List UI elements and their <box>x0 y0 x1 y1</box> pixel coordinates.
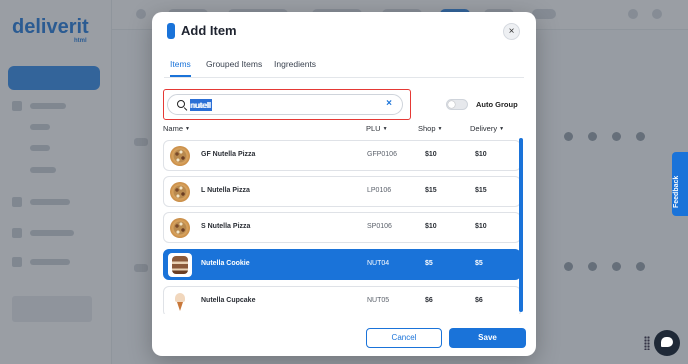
item-delivery-price: $15 <box>475 187 487 194</box>
item-thumbnail <box>168 180 192 204</box>
item-thumbnail <box>168 290 192 314</box>
sort-caret-icon: ▼ <box>499 126 505 133</box>
search-icon <box>177 100 185 108</box>
item-thumbnail <box>168 144 192 168</box>
item-shop-price: $6 <box>425 297 433 304</box>
auto-group-label: Auto Group <box>476 100 518 109</box>
pizza-icon <box>170 182 190 202</box>
auto-group-toggle[interactable] <box>446 99 468 110</box>
item-thumbnail <box>168 216 192 240</box>
item-row-selected[interactable]: Nutella Cookie NUT04 $5 $5 <box>163 249 521 280</box>
pizza-icon <box>170 146 190 166</box>
item-shop-price: $15 <box>425 187 437 194</box>
column-header-name[interactable]: Name ▼ <box>163 124 190 133</box>
column-header-name-label: Name <box>163 124 184 133</box>
item-plu: LP0106 <box>367 187 392 194</box>
item-name: S Nutella Pizza <box>201 223 251 230</box>
column-header-delivery-label: Delivery <box>470 124 498 133</box>
close-button[interactable]: × <box>503 23 520 40</box>
item-shop-price: $10 <box>425 151 437 158</box>
item-name: Nutella Cookie <box>201 260 250 267</box>
clear-search-icon[interactable]: × <box>386 98 392 109</box>
modal-title: Add Item <box>181 23 237 38</box>
item-name: L Nutella Pizza <box>201 187 250 194</box>
drag-handle-icon[interactable] <box>644 336 650 350</box>
modal-tabs: Items Grouped Items Ingredients <box>164 56 524 78</box>
item-name: Nutella Cupcake <box>201 297 256 304</box>
tab-items[interactable]: Items <box>170 59 191 77</box>
item-plu: NUT05 <box>367 297 390 304</box>
item-plu: SP0106 <box>367 223 392 230</box>
feedback-tab[interactable]: Feedback <box>672 152 688 216</box>
list-scrollbar[interactable] <box>519 138 523 312</box>
search-input[interactable] <box>190 98 370 112</box>
tab-grouped-items[interactable]: Grouped Items <box>206 59 262 75</box>
column-header-plu-label: PLU <box>366 124 381 133</box>
title-accent-bar <box>167 23 175 39</box>
item-delivery-price: $10 <box>475 151 487 158</box>
save-button[interactable]: Save <box>449 328 526 348</box>
toggle-knob <box>448 101 455 108</box>
sort-caret-icon: ▼ <box>382 126 388 133</box>
item-row[interactable]: S Nutella Pizza SP0106 $10 $10 <box>163 212 521 243</box>
cookie-icon <box>172 256 188 274</box>
column-header-shop-label: Shop <box>418 124 436 133</box>
cancel-button[interactable]: Cancel <box>366 328 442 348</box>
feedback-label: Feedback <box>673 175 680 208</box>
item-row[interactable]: Nutella Cupcake NUT05 $6 $6 <box>163 286 521 314</box>
column-header-shop[interactable]: Shop ▼ <box>418 124 442 133</box>
search-field[interactable]: nutell × <box>167 94 403 115</box>
column-header-delivery[interactable]: Delivery ▼ <box>470 124 504 133</box>
item-thumbnail <box>168 253 192 277</box>
item-delivery-price: $5 <box>475 260 483 267</box>
pizza-icon <box>170 218 190 238</box>
item-delivery-price: $10 <box>475 223 487 230</box>
sort-caret-icon: ▼ <box>185 126 190 133</box>
item-list: GF Nutella Pizza GFP0106 $10 $10 L Nutel… <box>163 136 521 314</box>
add-item-modal: Add Item × Items Grouped Items Ingredien… <box>152 12 536 356</box>
item-plu: GFP0106 <box>367 151 397 158</box>
item-plu: NUT04 <box>367 260 390 267</box>
modal-header: Add Item × <box>152 12 536 52</box>
item-row[interactable]: GF Nutella Pizza GFP0106 $10 $10 <box>163 140 521 171</box>
sort-caret-icon: ▼ <box>437 126 443 133</box>
tab-ingredients[interactable]: Ingredients <box>274 59 316 75</box>
item-row[interactable]: L Nutella Pizza LP0106 $15 $15 <box>163 176 521 207</box>
item-shop-price: $5 <box>425 260 433 267</box>
item-shop-price: $10 <box>425 223 437 230</box>
item-name: GF Nutella Pizza <box>201 151 256 158</box>
cupcake-icon <box>175 293 185 311</box>
chat-icon[interactable] <box>654 330 680 356</box>
column-header-plu[interactable]: PLU ▼ <box>366 124 388 133</box>
item-delivery-price: $6 <box>475 297 483 304</box>
